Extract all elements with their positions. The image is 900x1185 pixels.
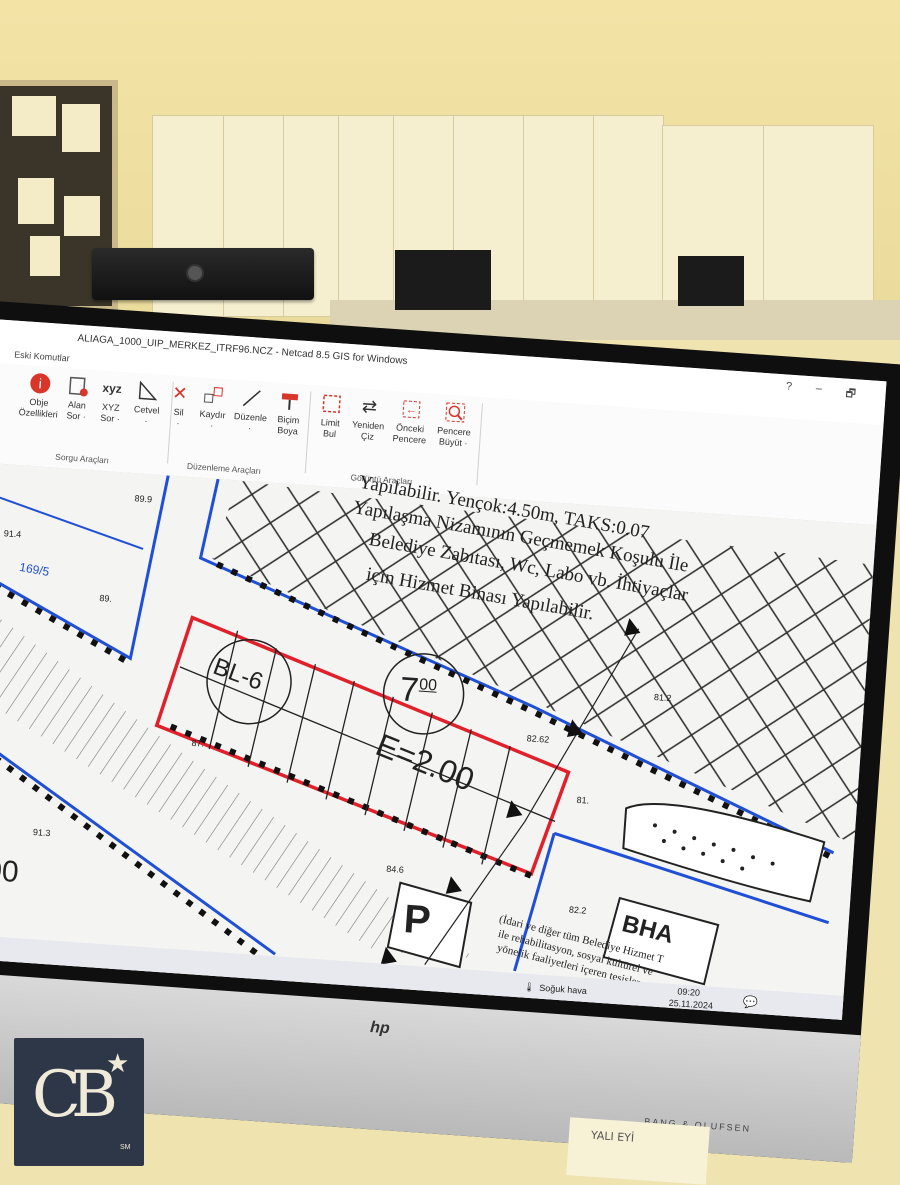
screen: ALIAGA_1000_UIP_MERKEZ_ITRF96.NCZ - Netc… [0, 319, 887, 1020]
tool-label: XYZ Sor · [99, 401, 121, 425]
elevation-label: 89.9 [134, 493, 153, 505]
elevation-label: 91.4 [3, 528, 22, 540]
redraw-button[interactable]: ⇄ Yeniden Çiz [347, 394, 390, 444]
maximize-button[interactable]: 🗗 [845, 385, 857, 405]
elevation-label: 87. [191, 737, 205, 749]
ribbon-separator [476, 403, 484, 486]
menu-old-commands[interactable]: Eski Komutlar [14, 350, 70, 364]
elevation-label: 84.6 [385, 863, 405, 875]
tool-label: Düzenle · [233, 411, 268, 434]
elevation-label: 82.62 [526, 733, 550, 745]
parking-label: P [402, 897, 433, 943]
object-properties-button[interactable]: i Obje Özellikleri [18, 371, 61, 421]
background-monitor-2 [678, 256, 744, 306]
webcam [92, 248, 314, 300]
elevation-label: 81.2 [653, 691, 672, 704]
number-value: 7 [398, 670, 421, 710]
hp-logo: hp [369, 1019, 391, 1038]
sticky-note: YALI EYİ [566, 1117, 710, 1185]
number-superscript: 00 [418, 676, 438, 695]
tool-label: Alan Sor · [66, 399, 87, 422]
svg-text:←: ← [405, 404, 417, 417]
limit-find-icon [320, 392, 343, 415]
move-button[interactable]: Kaydır · [191, 383, 234, 433]
elevation-label: 91.3 [32, 827, 51, 839]
edit-icon [240, 386, 263, 409]
previous-window-button[interactable]: ← Önceki Pencere [389, 397, 432, 447]
webcam-lens [186, 264, 204, 282]
area-query-icon [66, 374, 89, 397]
clock-time[interactable]: 09:20 [677, 986, 700, 998]
logo-service-mark: SM [120, 1144, 131, 1151]
minimize-button[interactable]: – [815, 383, 822, 395]
tool-label: Biçim Boya [277, 414, 300, 437]
limit-find-button[interactable]: Limit Bul [309, 391, 352, 441]
zoom-window-button[interactable]: Pencere Büyüt · [433, 400, 476, 450]
monitor: ALIAGA_1000_UIP_MERKEZ_ITRF96.NCZ - Netc… [0, 300, 900, 1163]
format-paint-button[interactable]: Biçim Boya [267, 388, 310, 438]
help-button[interactable]: ? [786, 380, 793, 392]
elevation-label: 82.2 [568, 904, 587, 916]
group-label-query: Sorgu Araçları [54, 451, 110, 466]
tool-label: Önceki Pencere [392, 422, 427, 446]
redraw-icon: ⇄ [361, 395, 378, 417]
info-icon: i [29, 372, 52, 395]
delete-icon: ✕ [171, 382, 189, 404]
star-icon: ★ [106, 1048, 130, 1078]
tool-label: Obje Özellikleri [18, 396, 59, 420]
tool-label: Limit Bul [320, 417, 341, 440]
weather-text[interactable]: Soğuk hava [539, 983, 587, 996]
left-ratio-value: 1.00 [0, 852, 20, 890]
tool-label: Yeniden Çiz [351, 419, 385, 442]
group-label-edit: Düzenleme Araçları [186, 460, 262, 477]
ruler-icon [136, 379, 159, 402]
map-canvas[interactable]: 169/5 Yapılabilir. Yençok:4.50m, TAKS:0.… [0, 463, 877, 1020]
xyz-icon: xyz [102, 380, 123, 397]
elevation-label: 81. [576, 794, 590, 806]
elevation-label: 89. [99, 593, 113, 604]
previous-window-icon: ← [400, 398, 423, 421]
tool-label: Pencere Büyüt · [436, 425, 472, 449]
zoom-window-icon [444, 401, 467, 424]
sticky-note-text: YALI EYİ [590, 1128, 635, 1145]
logo-text: CB [32, 1058, 118, 1132]
tool-label: Cetvel · [133, 404, 160, 426]
format-paint-icon [278, 389, 301, 412]
clock-date[interactable]: 25.11.2024 [668, 998, 713, 1011]
tool-label: Sil · [173, 406, 184, 429]
background-monitor [395, 250, 491, 310]
blue-boundary [0, 491, 144, 550]
move-icon [202, 384, 225, 407]
number-label: 700 [398, 670, 438, 711]
brand-logo: CB ★ SM [14, 1038, 144, 1166]
weather-icon: 🌡 [523, 981, 536, 993]
tool-label: Kaydır · [199, 408, 226, 431]
edit-button[interactable]: Düzenle · [229, 386, 272, 436]
notification-icon[interactable]: 💬 [742, 995, 758, 1010]
